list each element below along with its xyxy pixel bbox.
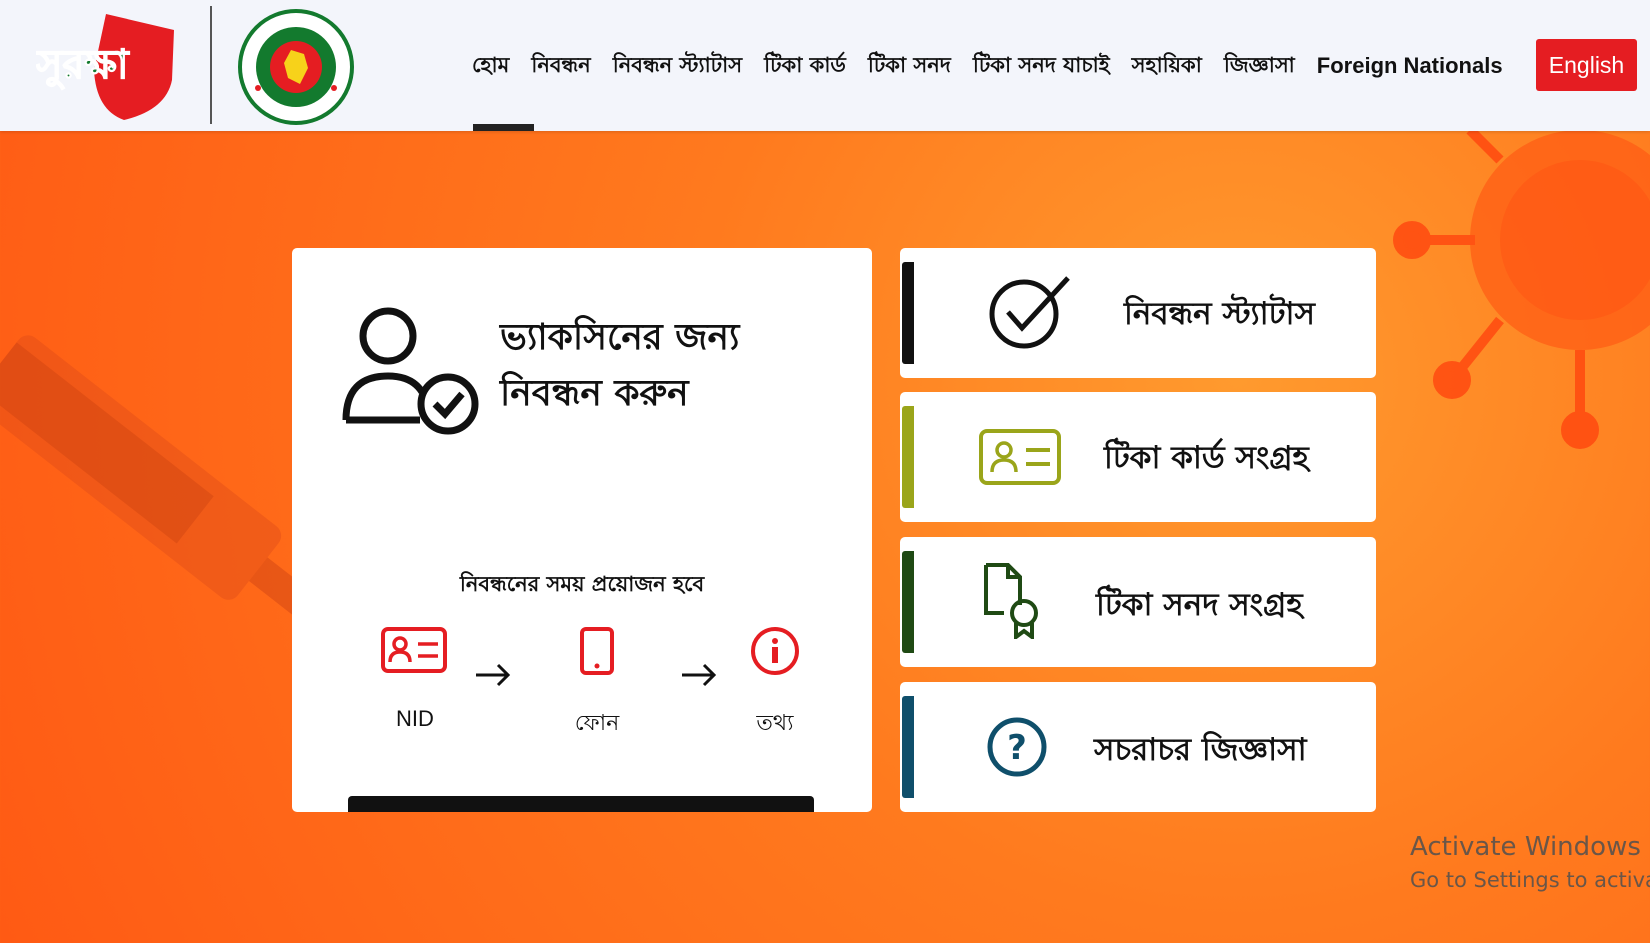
svg-text:সুরক্ষা: সুরক্ষা [36, 42, 130, 90]
card-bottom-bar [348, 796, 814, 812]
nav-vaccine-certificate[interactable]: টিকা সনদ [868, 49, 951, 84]
register-card[interactable]: ভ্যাকসিনের জন্য নিবন্ধন করুন নিবন্ধনের স… [292, 248, 872, 812]
vaccine-certificate-collect-label: টিকা সনদ সংগ্রহ [1096, 587, 1303, 623]
nav-registration-status[interactable]: নিবন্ধন স্ট্যাটাস [613, 49, 742, 84]
activate-windows-watermark-subtitle: Go to Settings to activate [1410, 868, 1650, 892]
id-card-icon [381, 627, 447, 673]
card-accent-bar [902, 262, 914, 364]
language-toggle-button[interactable]: English [1536, 39, 1637, 91]
nav-verify-certificate[interactable]: টিকা সনদ যাচাই [973, 49, 1110, 84]
faq-label: সচরাচর জিজ্ঞাসা [1094, 732, 1307, 768]
main-navigation: হোম নিবন্ধন নিবন্ধন স্ট্যাটাস টিকা কার্ড… [472, 48, 1527, 84]
user-check-icon [342, 307, 479, 435]
arrow-right-icon [476, 663, 511, 687]
government-seal-logo [238, 9, 354, 125]
registration-status-label: নিবন্ধন স্ট্যাটাস [1124, 296, 1315, 332]
vaccine-certificate-collect-card[interactable]: টিকা সনদ সংগ্রহ [900, 537, 1376, 667]
nav-registration[interactable]: নিবন্ধন [531, 49, 590, 84]
logo-divider [210, 6, 212, 124]
question-circle-icon: ? [987, 717, 1047, 777]
virus-illustration [1393, 126, 1650, 449]
nav-active-indicator [473, 124, 534, 131]
certificate-icon [984, 563, 1038, 639]
svg-text:?: ? [1007, 728, 1027, 768]
register-title: ভ্যাকসিনের জন্য নিবন্ধন করুন [500, 310, 830, 422]
nav-help[interactable]: সহায়িকা [1132, 49, 1202, 84]
register-title-line1: ভ্যাকসিনের জন্য [500, 317, 740, 358]
vaccine-card-collect-label: টিকা কার্ড সংগ্রহ [1104, 440, 1309, 476]
info-icon [751, 627, 799, 675]
check-circle-icon [989, 276, 1070, 349]
activate-windows-watermark-title: Activate Windows [1410, 832, 1641, 862]
nav-vaccine-card[interactable]: টিকা কার্ড [764, 49, 846, 84]
card-accent-bar [902, 696, 914, 798]
vaccine-card-collect-card[interactable]: টিকা কার্ড সংগ্রহ [900, 392, 1376, 522]
nav-foreign-nationals[interactable]: Foreign Nationals [1317, 53, 1503, 79]
card-accent-bar [902, 406, 914, 508]
phone-icon [580, 627, 614, 675]
register-title-line2: নিবন্ধন করুন [500, 373, 689, 414]
nav-home[interactable]: হোম [472, 49, 509, 84]
nav-faq[interactable]: জিজ্ঞাসা [1224, 49, 1295, 84]
requirements-title: নিবন্ধনের সময় প্রয়োজন হবে [459, 572, 705, 596]
suraksha-logo[interactable]: সুরক্ষা [36, 10, 186, 122]
id-card-icon [979, 429, 1061, 485]
site-header: সুরক্ষা হোম নিবন্ধন নিবন্ধন স্ট্যাটাস টি… [0, 0, 1650, 131]
faq-card[interactable]: ? সচরাচর জিজ্ঞাসা [900, 682, 1376, 812]
registration-status-card[interactable]: নিবন্ধন স্ট্যাটাস [900, 248, 1376, 378]
step-info-label: তথ্য [756, 711, 794, 736]
step-phone-label: ফোন [574, 711, 620, 736]
step-nid-label: NID [396, 706, 434, 731]
arrow-right-icon [682, 663, 717, 687]
card-accent-bar [902, 551, 914, 653]
